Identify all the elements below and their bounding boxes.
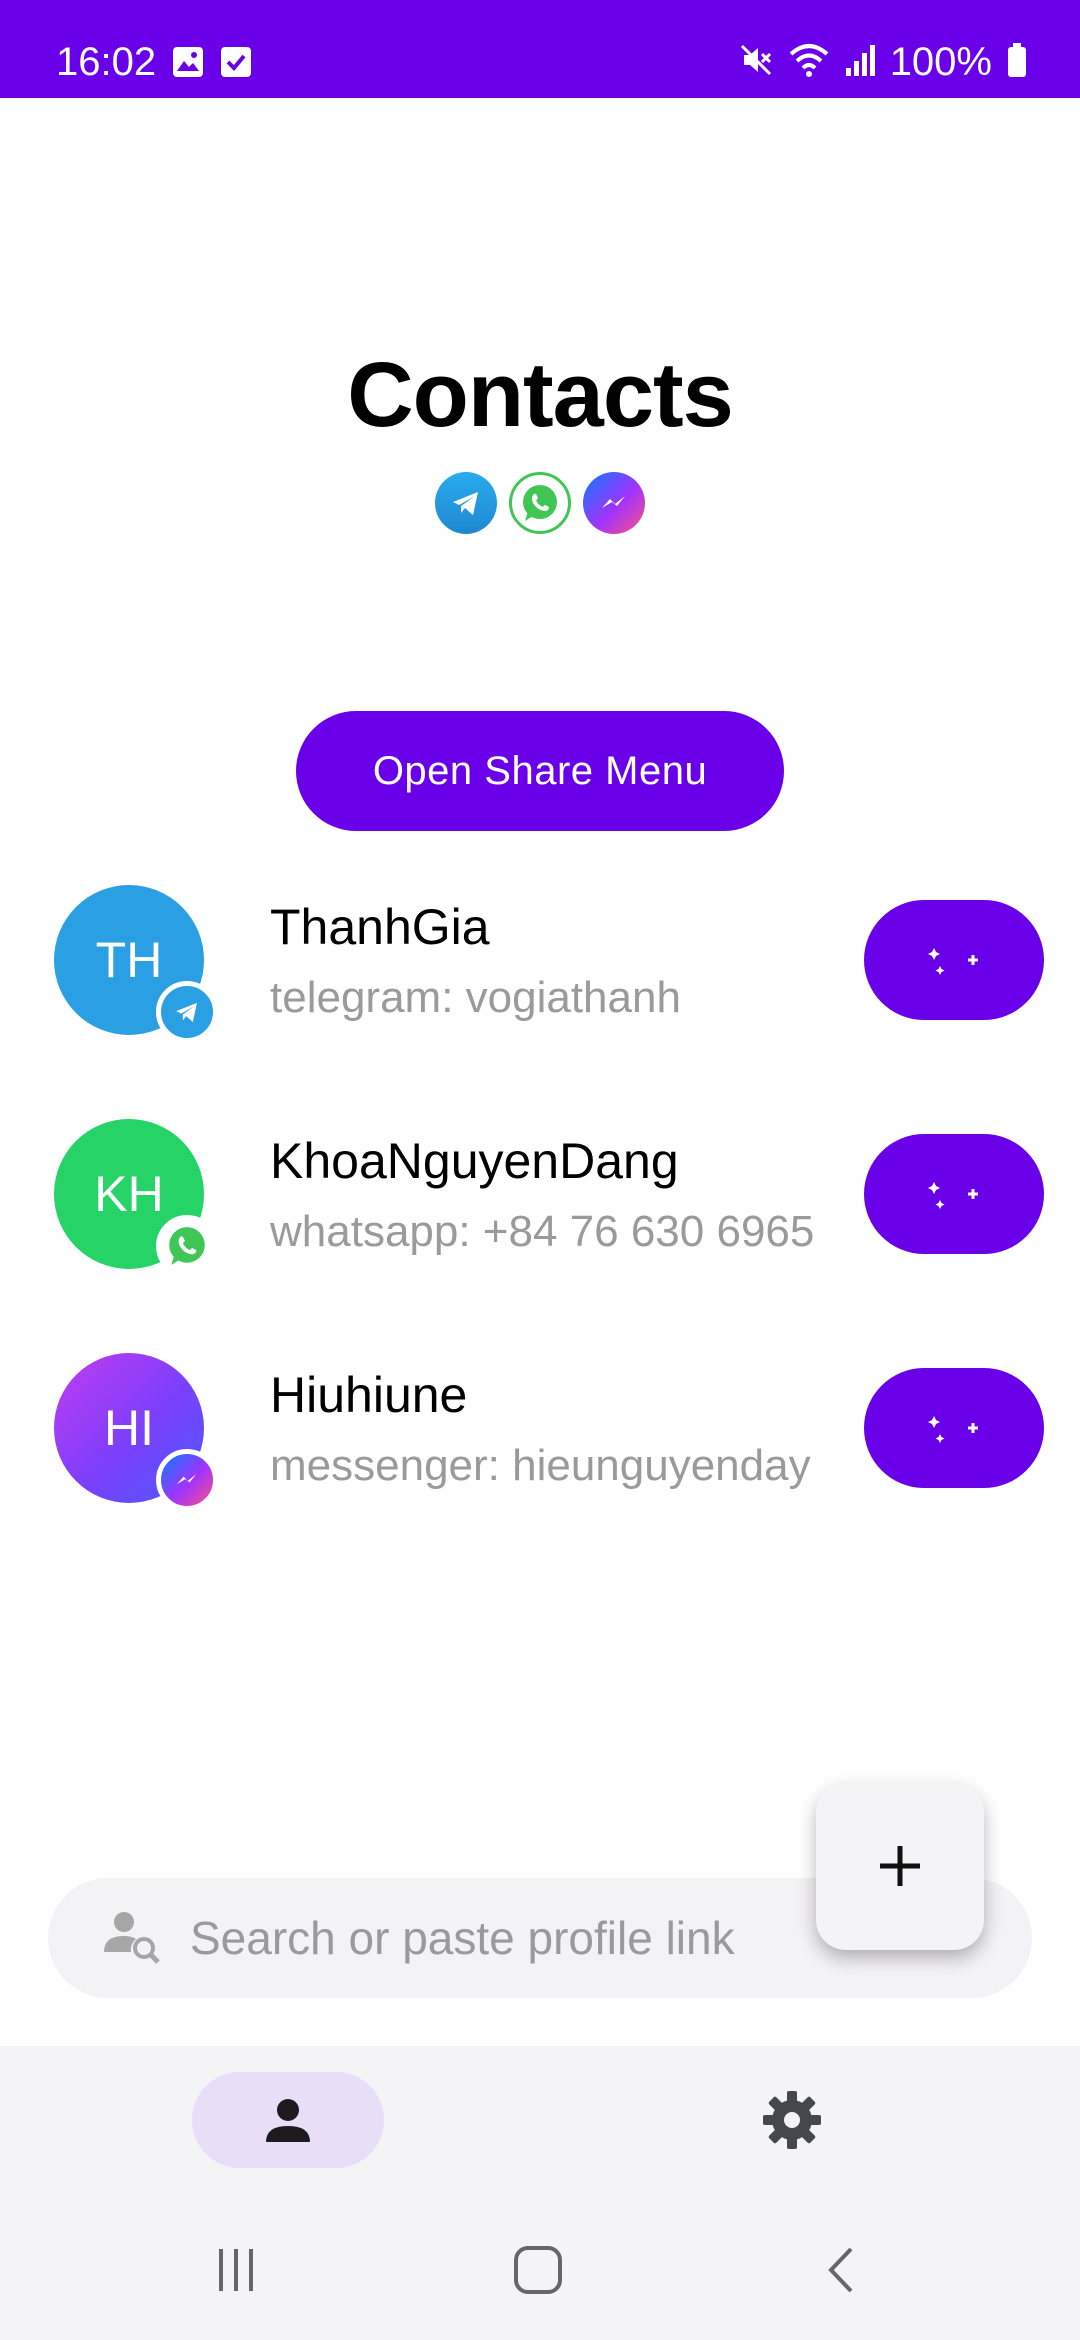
gear-icon	[763, 2091, 821, 2149]
service-icons	[0, 472, 1080, 534]
checkbox-icon	[220, 46, 252, 83]
nav-settings[interactable]	[744, 2072, 840, 2168]
magic-reply-icon	[928, 1410, 978, 1446]
contact-name: Hiuhiune	[270, 1367, 468, 1423]
signal-icon	[844, 42, 876, 83]
whatsapp-icon	[509, 472, 571, 534]
contact-item[interactable]: HI Hiuhiune messenger: hieunguyenday	[0, 1353, 1080, 1533]
contact-name: KhoaNguyenDang	[270, 1133, 679, 1189]
add-contact-button[interactable]	[816, 1782, 984, 1950]
contact-handle: messenger: hieunguyenday	[270, 1441, 811, 1490]
contact-handle: whatsapp: +84 76 630 6965	[270, 1207, 815, 1256]
messenger-icon	[583, 472, 645, 534]
recents-icon[interactable]	[206, 2240, 266, 2300]
contact-item[interactable]: TH ThanhGia telegram: vogiathanh	[0, 885, 1080, 1065]
magic-reply-icon	[928, 1176, 978, 1212]
gallery-icon	[172, 46, 204, 83]
contact-action-button[interactable]	[864, 1134, 1044, 1254]
telegram-icon	[435, 472, 497, 534]
search-input[interactable]	[190, 1902, 850, 1974]
open-share-menu-button[interactable]: Open Share Menu	[296, 711, 784, 831]
status-bar: 16:02 100%	[0, 0, 1080, 98]
system-navigation	[0, 2200, 1080, 2340]
back-icon[interactable]	[812, 2240, 872, 2300]
telegram-icon	[156, 981, 218, 1043]
person-icon	[266, 2099, 310, 2142]
contact-item[interactable]: KH KhoaNguyenDang whatsapp: +84 76 630 6…	[0, 1119, 1080, 1299]
page-title: Contacts	[347, 344, 734, 446]
person-search-icon	[100, 1904, 164, 1973]
wifi-icon	[788, 42, 830, 83]
magic-reply-icon	[928, 942, 978, 978]
home-icon[interactable]	[508, 2240, 568, 2300]
contact-handle: telegram: vogiathanh	[270, 973, 681, 1022]
nav-contacts[interactable]	[192, 2072, 384, 2168]
contact-action-button[interactable]	[864, 1368, 1044, 1488]
status-time: 16:02	[56, 40, 157, 84]
contact-action-button[interactable]	[864, 900, 1044, 1020]
plus-icon	[880, 1846, 920, 1886]
battery-icon	[1006, 42, 1028, 83]
mute-icon	[738, 42, 774, 83]
whatsapp-icon	[156, 1215, 218, 1277]
battery-text: 100%	[889, 40, 992, 84]
contact-name: ThanhGia	[270, 899, 490, 955]
messenger-icon	[156, 1449, 218, 1511]
